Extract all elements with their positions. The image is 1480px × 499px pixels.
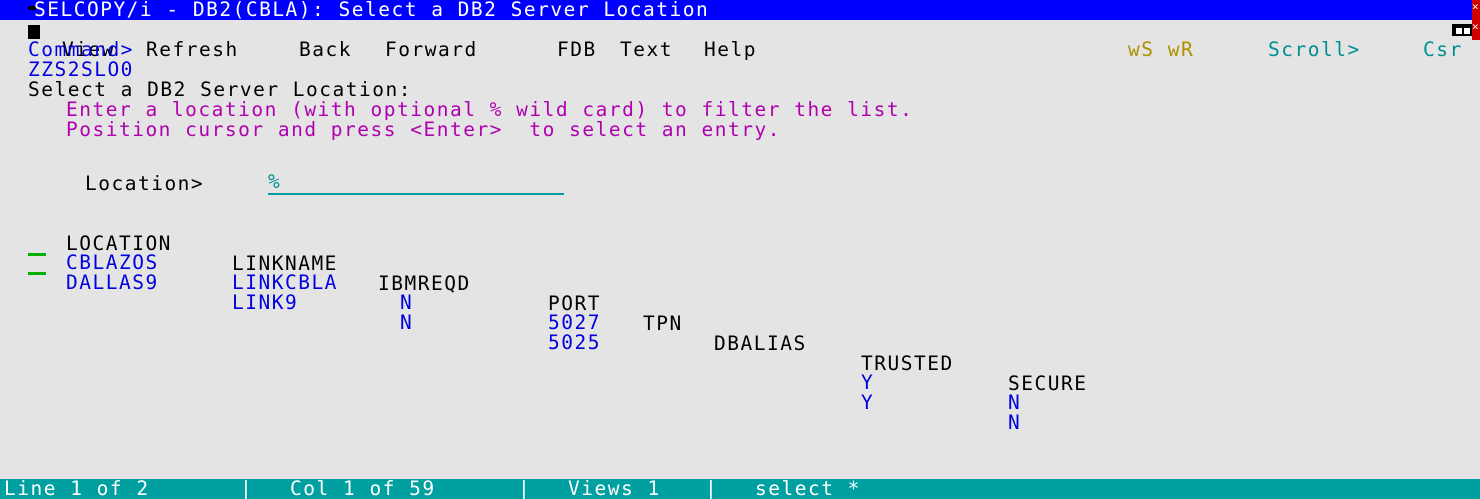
- cell-port: 5027: [548, 311, 601, 334]
- col-ibmreqd: IBMREQD: [378, 272, 471, 295]
- command-label: Command>: [28, 38, 134, 61]
- window-control-icon[interactable]: [1452, 24, 1472, 36]
- title-bar: SELCOPY/i - DB2(CBLA): Select a DB2 Serv…: [0, 0, 1472, 20]
- status-separator: |: [518, 477, 532, 499]
- cell-trusted: Y: [861, 371, 875, 394]
- status-col: Col 1 of 59: [290, 477, 436, 499]
- close-icon[interactable]: × ×: [1472, 0, 1480, 40]
- location-input[interactable]: %: [268, 171, 564, 195]
- col-trusted: TRUSTED: [861, 352, 954, 375]
- panel-id: ZZS2SLO0: [28, 58, 134, 81]
- cell-secure: N: [1008, 411, 1022, 434]
- table-row[interactable]: DALLAS9 LINK9 N 5025 Y N: [0, 253, 1200, 433]
- col-tpn: TPN: [643, 312, 683, 335]
- table-row[interactable]: CBLAZOS LINKCBLA N 5027 Y N: [0, 233, 1200, 413]
- cell-ibmreqd: N: [400, 291, 414, 314]
- window-title: SELCOPY/i - DB2(CBLA): Select a DB2 Serv…: [34, 0, 710, 21]
- status-views: Views 1: [568, 477, 661, 499]
- table-header: LOCATION LINKNAME IBMREQD PORT TPN DBALI…: [0, 214, 1200, 394]
- cell-ibmreqd: N: [400, 311, 414, 334]
- col-dbalias: DBALIAS: [714, 332, 807, 355]
- status-separator: |: [705, 477, 719, 499]
- status-separator: |: [240, 477, 254, 499]
- cell-trusted: Y: [861, 391, 875, 414]
- cell-location: DALLAS9: [66, 271, 159, 294]
- terminal-screen: SELCOPY/i - DB2(CBLA): Select a DB2 Serv…: [0, 0, 1480, 499]
- status-line: Line 1 of 2: [4, 477, 150, 499]
- scroll-label: Scroll>: [1268, 38, 1361, 61]
- location-label: Location>: [85, 172, 205, 195]
- cell-linkname: LINK9: [232, 291, 299, 314]
- command-input[interactable]: [124, 40, 1224, 60]
- instruction-line-1: Enter a location (with optional % wild c…: [66, 98, 914, 121]
- scroll-value[interactable]: Csr: [1423, 40, 1463, 60]
- instruction-line-2: Position cursor and press <Enter> to sel…: [66, 118, 781, 141]
- menu-bar: View Refresh Back Forward FDB Text Help …: [0, 20, 1440, 60]
- cell-linkname: LINKCBLA: [232, 271, 338, 294]
- status-bar: Line 1 of 2 | Col 1 of 59 | Views 1 | se…: [0, 479, 1480, 499]
- cell-secure: N: [1008, 391, 1022, 414]
- page-heading: Select a DB2 Server Location:: [28, 78, 412, 101]
- status-command: select *: [755, 477, 861, 499]
- cell-port: 5025: [548, 331, 601, 354]
